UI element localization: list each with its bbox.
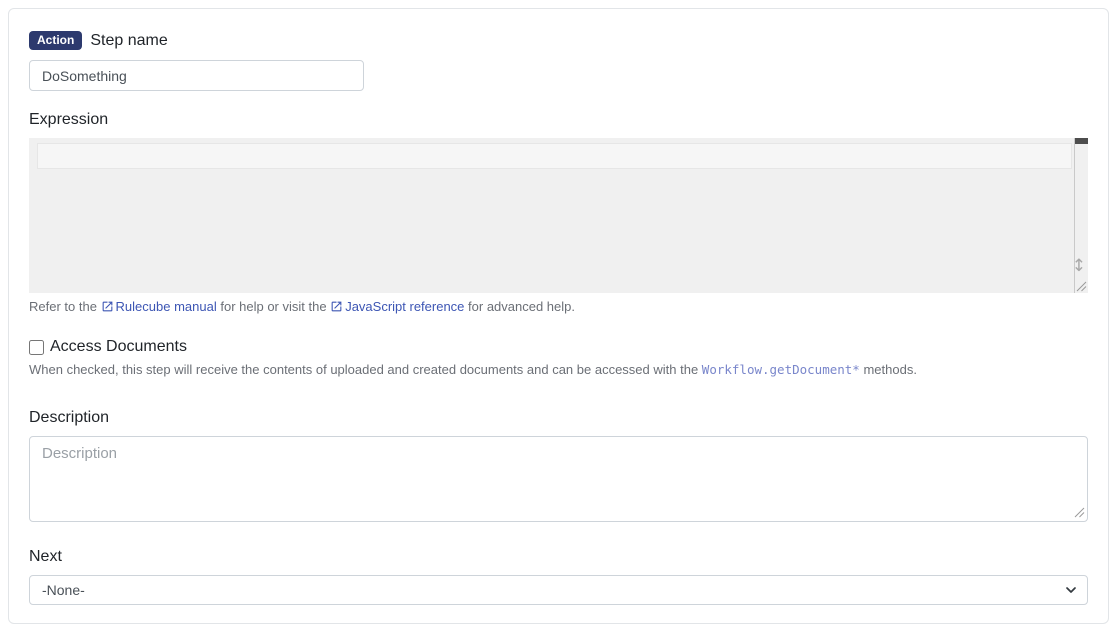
access-documents-row[interactable]: Access Documents [29, 338, 1088, 356]
workflow-getdocument-code: Workflow.getDocument* [702, 362, 860, 377]
access-documents-help-text: When checked, this step will receive the… [29, 362, 1088, 377]
description-field-wrap [29, 436, 1088, 522]
description-textarea[interactable] [29, 436, 1088, 522]
expression-label: Expression [29, 111, 1088, 129]
external-link-icon [330, 300, 343, 313]
access-documents-label: Access Documents [50, 338, 187, 356]
javascript-reference-link[interactable]: JavaScript reference [330, 299, 464, 314]
step-editor-card: Action Step name Expression ↕ Refer to t… [8, 8, 1109, 624]
expression-scrollbar-thumb[interactable] [1075, 138, 1088, 144]
rulecube-manual-link[interactable]: Rulecube manual [101, 299, 217, 314]
access-documents-checkbox[interactable] [29, 340, 44, 355]
next-select[interactable]: -None- [29, 575, 1088, 605]
scroll-updown-icon: ↕ [1072, 258, 1086, 275]
expression-active-line[interactable] [37, 143, 1072, 169]
resize-grip-icon[interactable] [1075, 280, 1087, 292]
step-name-header: Action Step name [29, 31, 1088, 50]
next-select-wrap: -None- [29, 575, 1088, 605]
expression-scrollbar[interactable]: ↕ [1074, 138, 1088, 293]
next-label: Next [29, 548, 1088, 566]
external-link-icon [101, 300, 114, 313]
description-label: Description [29, 409, 1088, 427]
expression-code-editor[interactable]: ↕ [29, 138, 1088, 293]
expression-help-text: Refer to the Rulecube manual for help or… [29, 299, 1088, 314]
step-name-input[interactable] [29, 60, 364, 91]
action-type-badge: Action [29, 31, 82, 50]
step-name-label: Step name [90, 32, 167, 50]
resize-grip-icon[interactable] [1073, 506, 1085, 518]
